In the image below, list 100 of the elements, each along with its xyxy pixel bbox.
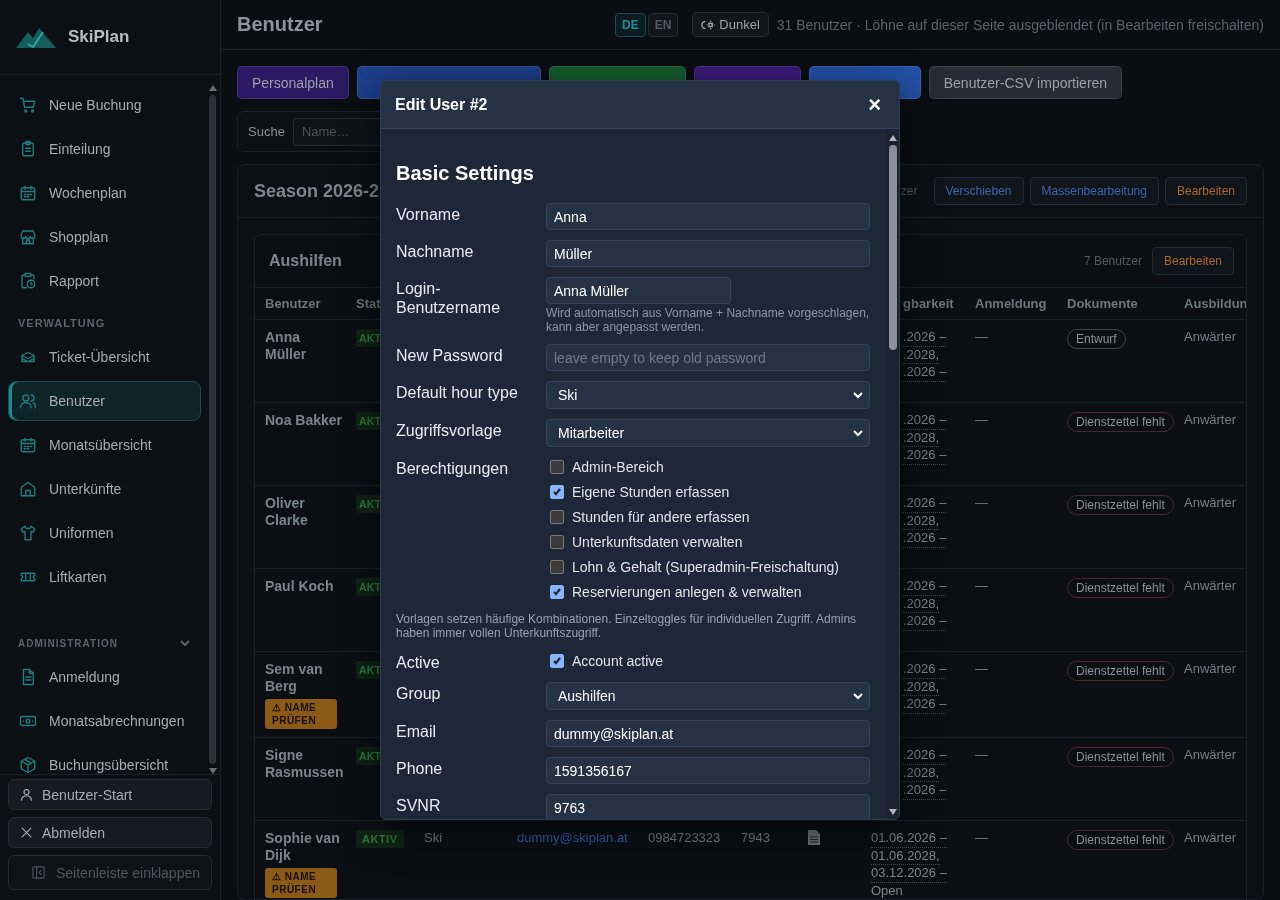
date-range: .2028,: [903, 595, 940, 614]
user-name: Signe Rasmussen: [265, 747, 345, 782]
search-label: Suche: [248, 124, 285, 140]
checkbox[interactable]: [550, 485, 564, 499]
column-header: gbarkeit: [903, 296, 954, 312]
field-label: Login-Benutzername: [396, 279, 502, 317]
close-button[interactable]: ×: [864, 93, 885, 116]
checkbox[interactable]: [550, 510, 564, 524]
document-icon[interactable]: [808, 830, 820, 846]
date-range: .2026 –: [903, 782, 947, 800]
toolbar-button[interactable]: Personalplan: [237, 66, 349, 100]
sidebar-collapse-icon: [31, 865, 46, 880]
edit-button[interactable]: Bearbeiten: [1151, 247, 1234, 276]
sidebar-item[interactable]: Wochenplan: [8, 173, 201, 213]
input-field[interactable]: 9763: [546, 794, 870, 819]
user-name: Sophie van Dijk: [265, 830, 341, 865]
close-icon: [19, 825, 34, 840]
input-field[interactable]: Anna Müller: [546, 277, 731, 304]
input-field[interactable]: dummy@skiplan.at: [546, 720, 870, 747]
sidebar-item[interactable]: Benutzer: [8, 381, 201, 421]
sidebar-item[interactable]: Uniformen: [8, 513, 201, 553]
field-label: Nachname: [396, 242, 475, 261]
registration-value: —: [975, 495, 988, 511]
language-toggle[interactable]: DE: [614, 12, 646, 37]
warning-badge: ⚠ NAME PRÜFEN: [265, 699, 337, 730]
input-field[interactable]: leave empty to keep old password: [546, 344, 870, 371]
date-range: .2026 –: [903, 696, 947, 714]
date-range: .2026 –: [903, 329, 947, 347]
toolbar-button[interactable]: Benutzer-CSV importieren: [928, 66, 1123, 100]
checkbox-label: Reservierungen anlegen & verwalten: [572, 583, 802, 601]
field-label: Group: [396, 684, 442, 703]
mountain-logo-icon: [16, 26, 56, 48]
info-text: 31 Benutzer · Löhne auf dieser Seite ausgeblendet (in Bearbeiten freischalten): [776, 16, 1264, 33]
action-button[interactable]: Bearbeiten: [1164, 177, 1247, 206]
date-range: .2028,: [903, 678, 940, 697]
sidebar-item[interactable]: Unterkünfte: [8, 469, 201, 509]
date-range: .2026 –: [903, 364, 947, 382]
status-badge: AKT: [356, 661, 382, 680]
status-badge: AKT: [356, 412, 382, 431]
checkbox-label: Unterkunftsdaten verwalten: [572, 533, 743, 551]
sidebar-item[interactable]: Neue Buchung: [8, 85, 201, 125]
column-header: Benutzer: [265, 296, 321, 312]
training-value: Anwärter: [1184, 578, 1237, 594]
chevron-icon[interactable]: [179, 637, 191, 649]
select-field[interactable]: Mitarbeiter: [546, 419, 870, 447]
section-title: Basic Settings: [396, 162, 535, 185]
scrollbar[interactable]: [887, 129, 899, 819]
input-field[interactable]: 1591356167: [546, 757, 870, 784]
date-range: .2026 –: [903, 747, 947, 765]
sidebar-item[interactable]: Monatsabrechnungen: [8, 701, 201, 741]
checkbox[interactable]: [550, 535, 564, 549]
scrollbar[interactable]: [209, 85, 216, 774]
shirt-icon: [19, 524, 37, 542]
status-badge: AKTIV: [356, 830, 404, 849]
sidebar-item[interactable]: Buchungsübersicht: [8, 745, 201, 774]
checkbox-label: Admin-Bereich: [572, 458, 664, 476]
sidebar-button[interactable]: Abmelden: [8, 817, 212, 848]
checkbox[interactable]: [550, 560, 564, 574]
checkbox[interactable]: [550, 460, 564, 474]
sidebar-item[interactable]: Shopplan: [8, 217, 201, 257]
checkbox[interactable]: [550, 654, 564, 668]
field-label: Vorname: [396, 205, 462, 224]
registration-value: —: [975, 329, 988, 345]
calendar-icon: [19, 184, 37, 202]
user-name: Anna Müller: [265, 329, 308, 364]
sidebar-item[interactable]: Liftkarten: [8, 557, 201, 597]
field-label: Phone: [396, 759, 444, 778]
date-range: .2026 –: [903, 661, 947, 679]
training-value: Anwärter: [1184, 661, 1237, 677]
chevron-icon: [853, 692, 863, 700]
clipboard-clock-icon: [19, 272, 37, 290]
sidebar-item[interactable]: Einteilung: [8, 129, 201, 169]
input-field[interactable]: Müller: [546, 240, 870, 267]
storefront-icon: [19, 228, 37, 246]
user-icon: [19, 787, 34, 802]
checkbox[interactable]: [550, 585, 564, 599]
warning-badge: ⚠ NAME PRÜFEN: [265, 868, 337, 899]
checkbox-label: Account active: [572, 652, 664, 670]
app-name: SkiPlan: [68, 27, 130, 47]
sidebar-item[interactable]: Monatsübersicht: [8, 425, 201, 465]
date-range: .2028,: [903, 764, 940, 783]
field-label: Email: [396, 722, 437, 741]
sidebar-item[interactable]: Anmeldung: [8, 657, 201, 697]
field-label: Default hour type: [396, 383, 519, 402]
sidebar-item[interactable]: Rapport: [8, 261, 201, 301]
date-range: Open: [871, 882, 903, 899]
select-field[interactable]: Ski: [546, 381, 870, 409]
theme-button[interactable]: Dunkel: [692, 12, 769, 38]
dialog-title: Edit User #2: [395, 95, 488, 114]
sidebar-button[interactable]: Benutzer-Start: [8, 779, 212, 810]
input-field[interactable]: Anna: [546, 203, 870, 230]
sidebar-item[interactable]: Ticket-Übersicht: [8, 337, 201, 377]
date-range: 03.12.2026 –: [871, 865, 947, 883]
field-label: Berechtigungen: [396, 459, 510, 478]
date-range: .2026 –: [903, 495, 947, 513]
column-header: Stat: [356, 296, 381, 312]
moon-sun-icon: [701, 18, 716, 31]
chevron-icon: [853, 391, 863, 399]
registration-value: —: [975, 661, 988, 677]
select-field[interactable]: Aushilfen: [546, 682, 870, 710]
